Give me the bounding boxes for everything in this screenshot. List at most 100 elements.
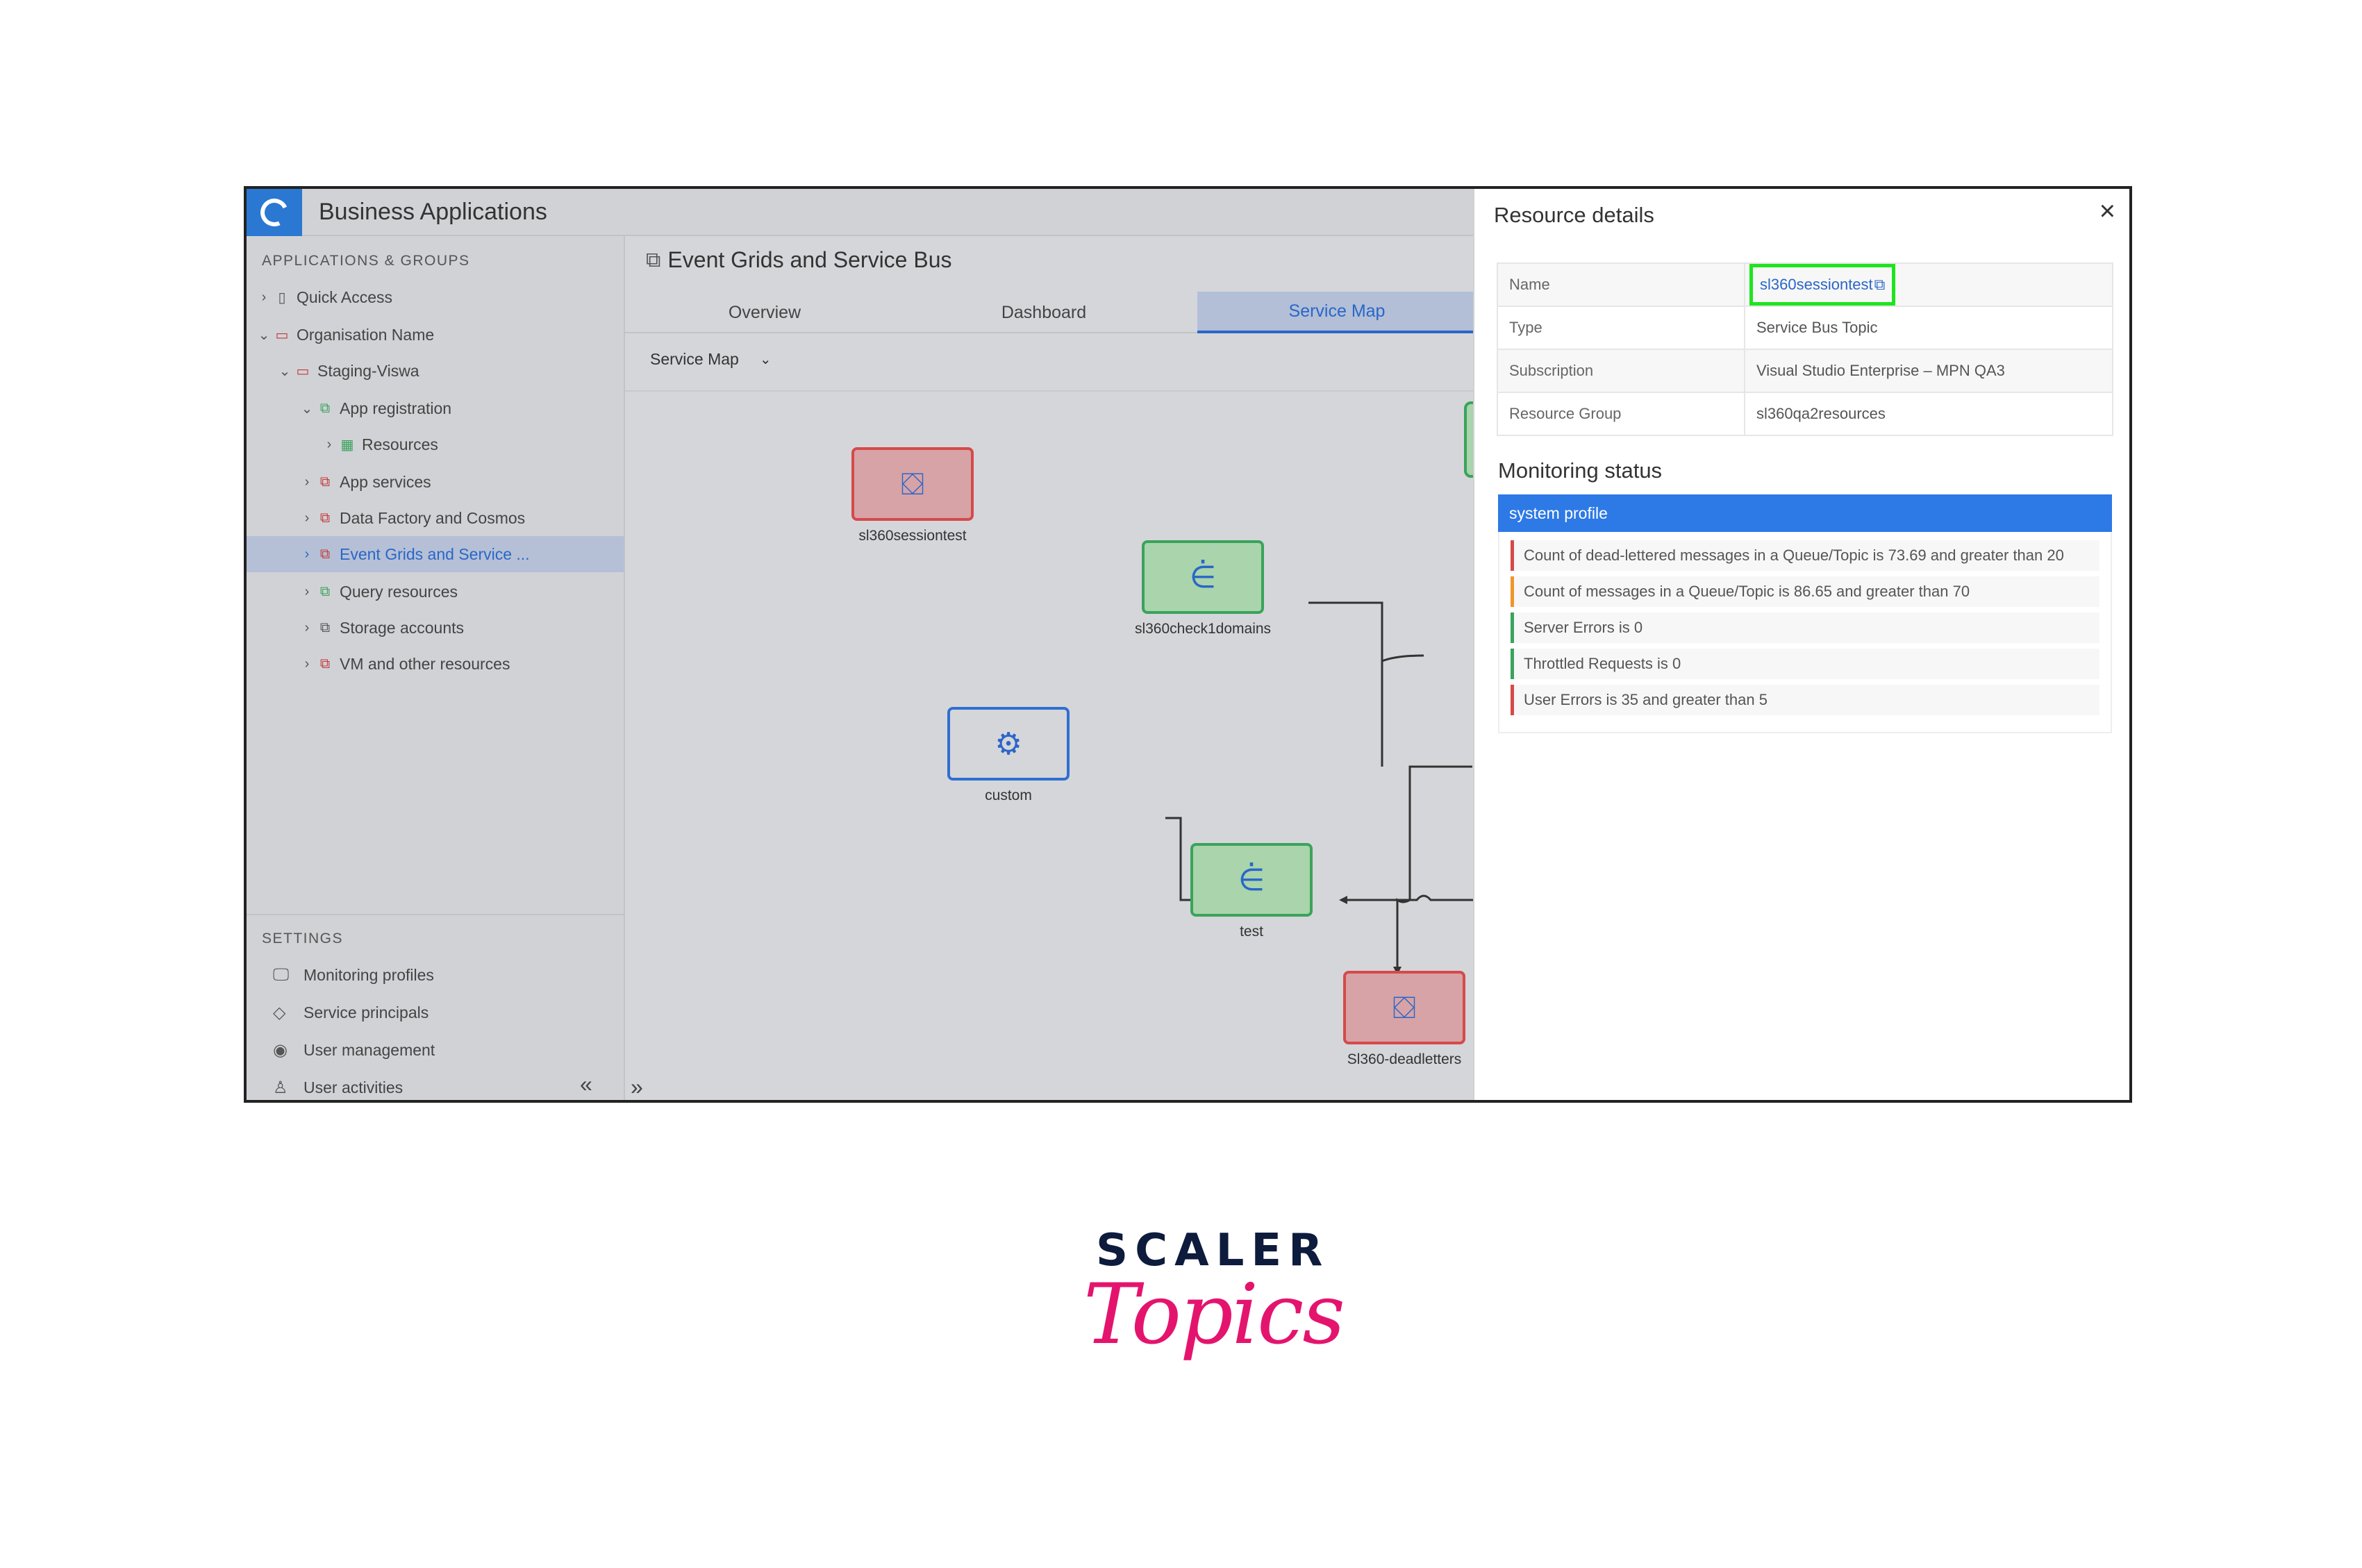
- sidebar-item-query-resources[interactable]: › ⧉ Query resources: [299, 574, 617, 610]
- chevron-right-icon[interactable]: ›: [322, 437, 337, 453]
- expand-panel-icon[interactable]: »: [631, 1074, 643, 1100]
- brand-logo: SCALER Topics: [1083, 1225, 1345, 1406]
- sidebar-item-storage-accounts[interactable]: › ⧉ Storage accounts: [299, 610, 617, 646]
- map-node-label: sl360sessiontest: [858, 528, 967, 544]
- sidebar-item-label: Quick Access: [297, 287, 393, 306]
- chevron-right-icon[interactable]: ›: [299, 584, 315, 600]
- tab-dashboard[interactable]: Dashboard: [904, 292, 1183, 333]
- page-title-text: Event Grids and Service Bus: [667, 247, 952, 272]
- sidebar-item-quick-access[interactable]: › ▯ Quick Access: [256, 279, 617, 315]
- connector-line: [1381, 647, 1424, 663]
- sidebar-item-organisation[interactable]: ⌄ ▭ Organisation Name: [256, 317, 617, 353]
- map-node-label: test: [1240, 924, 1263, 940]
- app-logo[interactable]: [247, 189, 302, 236]
- sidebar-item-resources[interactable]: › ▦ Resources: [322, 426, 617, 462]
- app-group-icon: ⧉: [646, 248, 661, 272]
- sidebar-item-data-factory[interactable]: › ⧉ Data Factory and Cosmos: [299, 500, 617, 536]
- folder-icon: ▭: [275, 327, 289, 343]
- app-group-icon: ⧉: [319, 656, 331, 672]
- event-grid-icon: ⋵: [1238, 862, 1265, 898]
- map-node[interactable]: ⚙: [947, 707, 1070, 781]
- table-row: Resource Group sl360qa2resources: [1497, 392, 2113, 436]
- map-node[interactable]: ⋵: [1142, 540, 1264, 614]
- connector-line: [1347, 894, 1481, 901]
- detail-value: sl360qa2resources: [1744, 392, 2113, 436]
- sidebar-item-app-registration[interactable]: ⌄ ⧉ App registration: [299, 390, 617, 426]
- settings-item-label: User management: [303, 1040, 435, 1059]
- chevron-right-icon[interactable]: ›: [299, 474, 315, 490]
- settings-item-label: Monitoring profiles: [303, 965, 434, 984]
- alert-item: Count of dead-lettered messages in a Que…: [1511, 540, 2099, 571]
- chevron-right-icon[interactable]: ›: [299, 620, 315, 636]
- chevron-down-icon: ⌄: [759, 352, 772, 367]
- map-node[interactable]: ⛋: [851, 447, 974, 521]
- alert-list: Count of dead-lettered messages in a Que…: [1498, 532, 2112, 733]
- close-icon[interactable]: ×: [2099, 196, 2115, 227]
- event-grid-icon: ⋵: [1189, 559, 1217, 595]
- map-node[interactable]: ⛋: [1343, 971, 1465, 1044]
- sidebar-divider: [247, 914, 624, 915]
- table-row: Type Service Bus Topic: [1497, 306, 2113, 350]
- chevron-right-icon[interactable]: ›: [299, 510, 315, 526]
- tab-overview[interactable]: Overview: [625, 292, 904, 333]
- alert-item: Count of messages in a Queue/Topic is 86…: [1511, 576, 2099, 607]
- connector-line: [1308, 601, 1383, 767]
- table-row: Name sl360sessiontest⧉: [1497, 262, 2113, 307]
- app-group-icon: ⧉: [319, 400, 331, 416]
- sidebar-item-staging[interactable]: ⌄ ▭ Staging-Viswa: [277, 353, 617, 389]
- view-select-value: Service Map: [650, 350, 739, 368]
- sidebar-item-label: App services: [340, 472, 431, 491]
- map-node-label: custom: [985, 787, 1032, 803]
- chevron-down-icon[interactable]: ⌄: [256, 326, 272, 344]
- folder-icon: ▭: [296, 363, 310, 379]
- settings-item-user-activities[interactable]: ♙ User activities: [273, 1071, 404, 1100]
- settings-item-label: Service principals: [303, 1003, 429, 1021]
- collapse-sidebar-icon[interactable]: «: [580, 1071, 592, 1097]
- settings-item-label: User activities: [303, 1078, 404, 1096]
- sidebar-item-event-grids[interactable]: › ⧉ Event Grids and Service ...: [247, 536, 624, 572]
- service-bus-icon: ⛋: [1392, 990, 1416, 1026]
- chevron-right-icon[interactable]: ›: [299, 547, 315, 562]
- connector-line: [1396, 765, 1472, 967]
- settings-item-service-principals[interactable]: ◇ Service principals: [273, 996, 429, 1029]
- bookmark-icon: ▯: [278, 290, 286, 306]
- detail-key: Subscription: [1497, 349, 1745, 393]
- chevron-down-icon[interactable]: ⌄: [299, 400, 315, 417]
- chevron-down-icon[interactable]: ⌄: [277, 362, 292, 380]
- detail-value: sl360sessiontest⧉: [1744, 262, 2113, 307]
- sidebar-item-label: Staging-Viswa: [317, 361, 419, 380]
- alert-item: Throttled Requests is 0: [1511, 649, 2099, 679]
- table-row: Subscription Visual Studio Enterprise – …: [1497, 349, 2113, 393]
- app-group-icon: ⧉: [319, 510, 331, 526]
- settings-item-monitoring[interactable]: 🖵 Monitoring profiles: [273, 958, 434, 992]
- user-activity-icon: ♙: [273, 1078, 288, 1097]
- settings-item-user-management[interactable]: ◉ User management: [273, 1033, 435, 1067]
- resource-details-panel: Resource details × Name sl360sessiontest…: [1473, 189, 2129, 1100]
- sidebar-item-app-services[interactable]: › ⧉ App services: [299, 464, 617, 500]
- chevron-right-icon[interactable]: ›: [299, 656, 315, 672]
- sidebar-item-label: Organisation Name: [297, 325, 435, 344]
- sidebar-item-label: Storage accounts: [340, 618, 465, 637]
- tab-service-map[interactable]: Service Map: [1197, 292, 1477, 333]
- profile-header[interactable]: system profile: [1498, 494, 2112, 532]
- view-select[interactable]: Service Map ⌄: [650, 350, 772, 369]
- gear-icon: ⚙: [995, 726, 1022, 762]
- app-group-icon: ⧉: [319, 474, 331, 490]
- sidebar-item-label: Event Grids and Service ...: [340, 544, 530, 563]
- detail-key: Name: [1497, 262, 1745, 307]
- sidebar-item-label: Query resources: [340, 582, 458, 601]
- map-node[interactable]: ⋵: [1190, 843, 1313, 917]
- app-group-icon: ⧉: [319, 546, 331, 562]
- monitor-icon: 🖵: [273, 965, 290, 984]
- resource-name-text: sl360sessiontest: [1760, 276, 1873, 293]
- user-circle-icon: ◉: [273, 1040, 288, 1060]
- detail-key: Resource Group: [1497, 392, 1745, 436]
- sidebar-item-label: Data Factory and Cosmos: [340, 508, 526, 527]
- sidebar-item-vm-resources[interactable]: › ⧉ VM and other resources: [299, 646, 617, 682]
- chevron-right-icon[interactable]: ›: [256, 290, 272, 306]
- resource-name-link[interactable]: sl360sessiontest⧉: [1749, 264, 1896, 306]
- panel-title: Resource details: [1494, 203, 1654, 227]
- logo-ring-icon: [256, 194, 292, 231]
- monitoring-title: Monitoring status: [1498, 458, 1663, 483]
- details-table: Name sl360sessiontest⧉ Type Service Bus …: [1497, 262, 2113, 436]
